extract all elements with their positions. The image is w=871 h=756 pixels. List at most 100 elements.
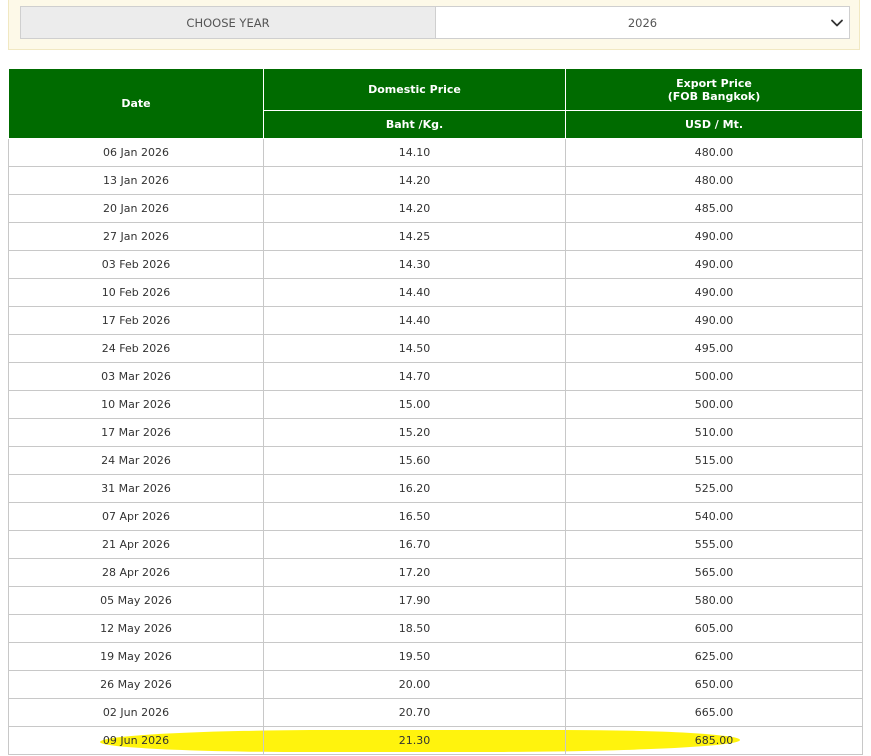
date-cell-text: 31 Mar 2026 xyxy=(101,482,171,495)
export-price-cell-text: 625.00 xyxy=(694,650,734,663)
table-row: 05 May 2026 17.90 580.00 xyxy=(8,586,863,615)
date-cell: 13 Jan 2026 xyxy=(8,166,264,195)
table-row: 12 May 2026 18.50 605.00 xyxy=(8,614,863,643)
date-cell-text: 19 May 2026 xyxy=(100,650,172,663)
domestic-price-cell: 16.20 xyxy=(263,474,566,503)
domestic-price-cell-text: 20.00 xyxy=(398,678,431,691)
export-price-cell-text: 510.00 xyxy=(694,426,734,439)
domestic-price-cell-text: 15.60 xyxy=(398,454,431,467)
export-price-cell-text: 480.00 xyxy=(694,174,734,187)
export-price-cell: 490.00 xyxy=(565,306,863,335)
date-cell: 31 Mar 2026 xyxy=(8,474,264,503)
export-price-cell-text: 480.00 xyxy=(694,146,734,159)
export-price-cell: 525.00 xyxy=(565,474,863,503)
date-cell: 21 Apr 2026 xyxy=(8,530,264,559)
table-row: 21 Apr 2026 16.70 555.00 xyxy=(8,530,863,559)
export-price-cell-text: 490.00 xyxy=(694,286,734,299)
domestic-price-cell: 20.70 xyxy=(263,698,566,727)
year-filter-panel: CHOOSE YEAR 2026 xyxy=(8,0,860,50)
date-cell: 20 Jan 2026 xyxy=(8,194,264,223)
domestic-price-cell: 14.20 xyxy=(263,194,566,223)
domestic-price-cell: 16.70 xyxy=(263,530,566,559)
date-cell-text: 28 Apr 2026 xyxy=(101,566,170,579)
header-domestic-price: Domestic Price xyxy=(263,68,566,111)
export-price-cell-text: 650.00 xyxy=(694,678,734,691)
domestic-price-cell: 14.25 xyxy=(263,222,566,251)
table-row: 06 Jan 2026 14.10 480.00 xyxy=(8,138,863,167)
date-cell: 03 Mar 2026 xyxy=(8,362,264,391)
table-row: 03 Mar 2026 14.70 500.00 xyxy=(8,362,863,391)
export-price-cell-text: 605.00 xyxy=(694,622,734,635)
date-cell-text: 24 Mar 2026 xyxy=(101,454,171,467)
export-price-cell-text: 485.00 xyxy=(694,202,734,215)
domestic-price-cell: 14.70 xyxy=(263,362,566,391)
export-price-cell-text: 490.00 xyxy=(694,258,734,271)
export-price-cell-text: 685.00 xyxy=(694,734,734,747)
export-price-cell: 650.00 xyxy=(565,670,863,699)
export-price-cell-text: 555.00 xyxy=(694,538,734,551)
table-row: 09 Jun 2026 21.30 685.00 xyxy=(8,726,863,755)
export-price-cell-text: 665.00 xyxy=(694,706,734,719)
export-price-cell: 580.00 xyxy=(565,586,863,615)
domestic-price-cell-text: 14.20 xyxy=(398,174,431,187)
export-price-cell-text: 495.00 xyxy=(694,342,734,355)
date-cell: 24 Feb 2026 xyxy=(8,334,264,363)
export-price-cell: 540.00 xyxy=(565,502,863,531)
date-cell-text: 27 Jan 2026 xyxy=(103,230,169,243)
table-row: 20 Jan 2026 14.20 485.00 xyxy=(8,194,863,223)
year-select[interactable]: 2026 xyxy=(436,6,850,39)
table-header-row: Date Domestic Price Export Price (FOB Ba… xyxy=(8,68,863,139)
domestic-price-cell-text: 16.20 xyxy=(398,482,431,495)
chevron-down-icon[interactable] xyxy=(830,16,844,30)
domestic-price-cell-text: 14.10 xyxy=(398,146,431,159)
export-price-cell: 485.00 xyxy=(565,194,863,223)
date-cell-text: 13 Jan 2026 xyxy=(103,174,169,187)
table-row: 28 Apr 2026 17.20 565.00 xyxy=(8,558,863,587)
table-row: 17 Feb 2026 14.40 490.00 xyxy=(8,306,863,335)
date-cell-text: 17 Mar 2026 xyxy=(101,426,171,439)
export-price-cell: 480.00 xyxy=(565,138,863,167)
date-cell-text: 17 Feb 2026 xyxy=(101,314,171,327)
date-cell: 27 Jan 2026 xyxy=(8,222,264,251)
domestic-price-cell-text: 20.70 xyxy=(398,706,431,719)
domestic-price-cell: 14.10 xyxy=(263,138,566,167)
date-cell-text: 06 Jan 2026 xyxy=(103,146,169,159)
domestic-price-cell-text: 19.50 xyxy=(398,650,431,663)
domestic-price-cell: 16.50 xyxy=(263,502,566,531)
date-cell: 07 Apr 2026 xyxy=(8,502,264,531)
table-row: 10 Mar 2026 15.00 500.00 xyxy=(8,390,863,419)
domestic-price-cell-text: 17.90 xyxy=(398,594,431,607)
date-cell-text: 03 Feb 2026 xyxy=(101,258,171,271)
table-row: 02 Jun 2026 20.70 665.00 xyxy=(8,698,863,727)
domestic-price-cell: 14.40 xyxy=(263,278,566,307)
domestic-price-cell-text: 14.40 xyxy=(398,286,431,299)
domestic-price-cell: 15.60 xyxy=(263,446,566,475)
export-price-cell: 500.00 xyxy=(565,362,863,391)
export-price-cell-text: 515.00 xyxy=(694,454,734,467)
domestic-price-cell: 15.20 xyxy=(263,418,566,447)
export-price-cell: 515.00 xyxy=(565,446,863,475)
date-cell-text: 10 Mar 2026 xyxy=(101,398,171,411)
header-export-price-line2: (FOB Bangkok) xyxy=(667,89,761,103)
selected-year: 2026 xyxy=(627,15,658,30)
export-price-cell: 665.00 xyxy=(565,698,863,727)
domestic-price-cell-text: 15.20 xyxy=(398,426,431,439)
date-cell-text: 05 May 2026 xyxy=(100,594,172,607)
export-price-cell: 625.00 xyxy=(565,642,863,671)
date-cell-text: 02 Jun 2026 xyxy=(102,706,170,719)
date-cell: 05 May 2026 xyxy=(8,586,264,615)
export-price-cell-text: 490.00 xyxy=(694,230,734,243)
domestic-price-cell-text: 15.00 xyxy=(398,398,431,411)
domestic-price-cell-text: 14.30 xyxy=(398,258,431,271)
date-cell: 17 Mar 2026 xyxy=(8,418,264,447)
table-row: 03 Feb 2026 14.30 490.00 xyxy=(8,250,863,279)
choose-year-label: CHOOSE YEAR xyxy=(20,6,436,39)
header-export-price: Export Price (FOB Bangkok) xyxy=(565,68,863,111)
domestic-price-cell: 19.50 xyxy=(263,642,566,671)
table-body: 06 Jan 2026 14.10 480.00 13 Jan 2026 14.20 48… xyxy=(8,138,863,755)
domestic-price-cell-text: 14.20 xyxy=(398,202,431,215)
export-price-cell-text: 500.00 xyxy=(694,398,734,411)
domestic-price-cell: 14.30 xyxy=(263,250,566,279)
export-price-cell-text: 565.00 xyxy=(694,566,734,579)
date-cell: 10 Feb 2026 xyxy=(8,278,264,307)
